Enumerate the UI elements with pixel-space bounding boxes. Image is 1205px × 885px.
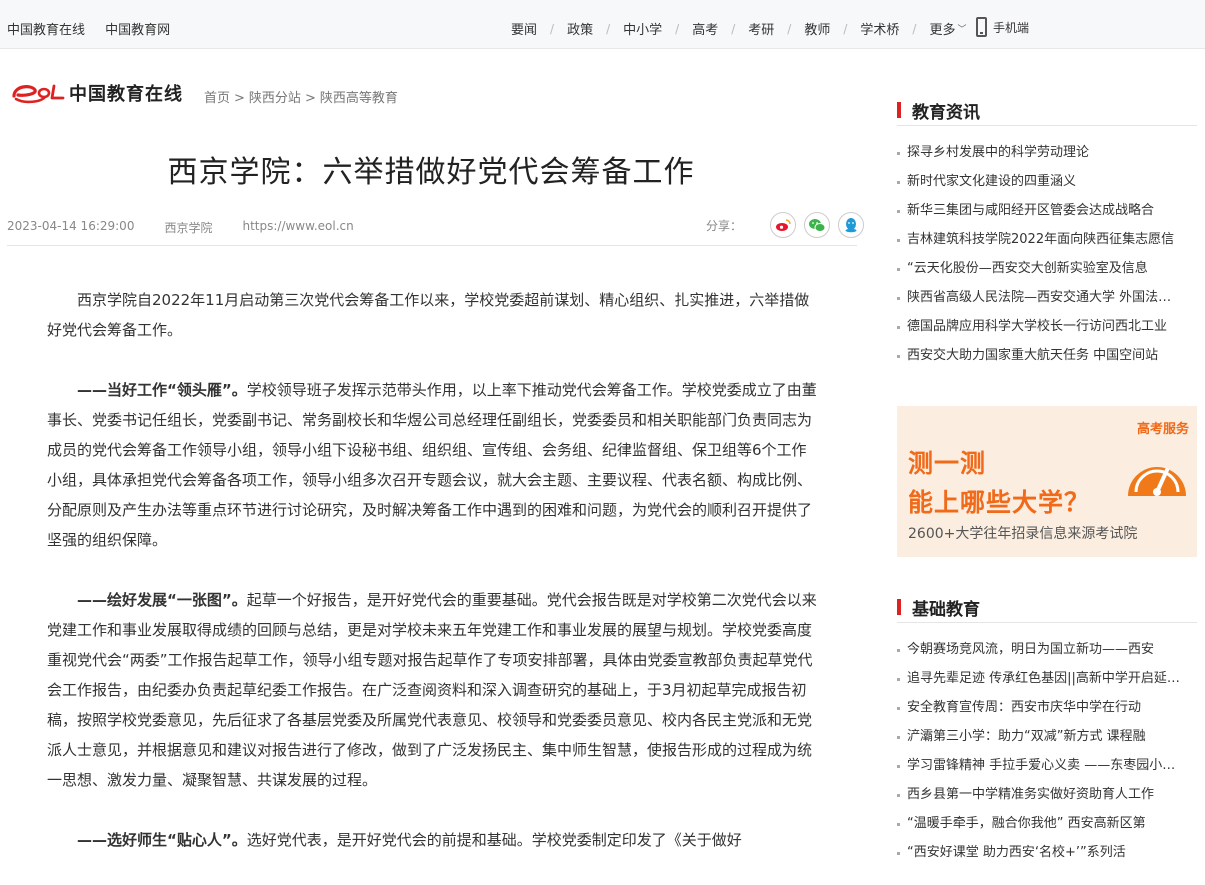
nav-item-academic[interactable]: 学术桥 xyxy=(860,19,899,38)
news-section-title: 教育资讯 xyxy=(912,103,980,123)
nav-more-dropdown[interactable]: 更多 ﹀ xyxy=(929,19,966,38)
meta-divider xyxy=(7,245,857,246)
site-link-edu-net[interactable]: 中国教育网 xyxy=(105,23,170,38)
ad-subtitle: 2600+大学往年招录信息来源考试院 xyxy=(908,526,1138,542)
eol-logo-icon xyxy=(12,84,65,104)
article-paragraph: ——绘好发展“一张图”。起草一个好报告，是开好党代会的重要基础。党代会报告既是对… xyxy=(47,585,818,795)
nav-item-news[interactable]: 要闻 xyxy=(511,19,537,38)
chevron-down-icon: ﹀ xyxy=(957,25,967,35)
phone-icon xyxy=(976,17,987,37)
paragraph-lead: ——选好师生“贴心人”。 xyxy=(77,831,247,849)
news-list-item[interactable]: 吉林建筑科技学院2022年面向陕西征集志愿信 xyxy=(897,225,1197,254)
ad-headline-1: 测一测 xyxy=(908,449,987,478)
nav-item-k12[interactable]: 中小学 xyxy=(623,19,662,38)
paragraph-text: 选好党代表，是开好党代会的前提和基础。学校党委制定印发了《关于做好 xyxy=(246,831,742,849)
mobile-label: 手机端 xyxy=(993,20,1030,35)
share-label: 分享： xyxy=(706,218,743,233)
nav-item-policy[interactable]: 政策 xyxy=(567,19,593,38)
basic-edu-list-item[interactable]: “温暖手牵手，融合你我他” 西安高新区第 xyxy=(897,809,1197,838)
basic-edu-list-item[interactable]: “西安好课堂 助力西安‘名校+’”系列活 xyxy=(897,838,1197,867)
news-list-item[interactable]: 探寻乡村发展中的科学劳动理论 xyxy=(897,138,1197,167)
basic-edu-section-header: 基础教育 xyxy=(897,595,1197,623)
news-list-item[interactable]: 西安交大助力国家重大航天任务 中国空间站 xyxy=(897,341,1197,370)
paragraph-text: 学校领导班子发挥示范带头作用，以上率下推动党代会筹备工作。学校党委成立了由董事长… xyxy=(47,381,817,549)
paragraph-lead: ——当好工作“领头雁”。 xyxy=(77,381,247,399)
article-source: 西京学院 xyxy=(164,221,213,235)
section-marker xyxy=(897,599,901,615)
nav-separator: / xyxy=(787,21,792,36)
news-list: 探寻乡村发展中的科学劳动理论 新时代家文化建设的四重涵义 新华三集团与咸阳经开区… xyxy=(897,138,1197,370)
article-body: 西京学院自2022年11月启动第三次党代会筹备工作以来，学校党委超前谋划、精心组… xyxy=(47,285,818,885)
top-bar: 中国教育在线 中国教育网 要闻 / 政策 / 中小学 / 高考 / 考研 / 教… xyxy=(0,0,1205,49)
gauge-icon xyxy=(1128,467,1186,496)
breadcrumb-separator: > xyxy=(234,91,245,106)
share-bar: 分享： xyxy=(706,212,865,238)
article-title: 西京学院：六举措做好党代会筹备工作 xyxy=(167,155,695,190)
section-marker xyxy=(897,102,901,118)
qq-share-icon[interactable] xyxy=(838,212,865,238)
article-url[interactable]: https://www.eol.cn xyxy=(242,219,353,236)
article-paragraph: 西京学院自2022年11月启动第三次党代会筹备工作以来，学校党委超前谋划、精心组… xyxy=(47,285,818,345)
nav-item-gaokao[interactable]: 高考 xyxy=(692,19,718,38)
news-list-item[interactable]: 陕西省高级人民法院—西安交通大学 外国法… xyxy=(897,283,1197,312)
mobile-link[interactable]: 手机端 xyxy=(976,17,1029,37)
site-logo[interactable]: 中国教育在线 xyxy=(11,80,183,106)
basic-edu-list-item[interactable]: 西乡县第一中学精准务实做好资助育人工作 xyxy=(897,780,1197,809)
news-list-item[interactable]: 德国品牌应用科学大学校长一行访问西北工业 xyxy=(897,312,1197,341)
nav-separator: / xyxy=(731,21,736,36)
article-meta: 2023-04-14 16:29:00 西京学院 https://www.eol… xyxy=(7,219,384,236)
logo-text: 中国教育在线 xyxy=(69,84,183,105)
site-links: 中国教育在线 中国教育网 xyxy=(7,19,186,38)
basic-edu-list-item[interactable]: 安全教育宣传周：西安市庆华中学在行动 xyxy=(897,693,1197,722)
nav-separator: / xyxy=(912,21,917,36)
article-paragraph: ——选好师生“贴心人”。选好党代表，是开好党代会的前提和基础。学校党委制定印发了… xyxy=(47,825,818,855)
ad-tag: 高考服务 xyxy=(1136,422,1189,437)
ad-headline-2: 能上哪些大学？ xyxy=(908,488,1091,517)
nav-separator: / xyxy=(606,21,611,36)
wechat-share-icon[interactable] xyxy=(804,212,831,238)
news-section-header: 教育资讯 xyxy=(897,98,1197,126)
breadcrumb-higher-edu[interactable]: 陕西高等教育 xyxy=(320,91,398,106)
basic-edu-list-item[interactable]: 浐灞第三小学：助力“双减”新方式 课程融 xyxy=(897,722,1197,751)
weibo-share-icon[interactable] xyxy=(770,212,797,238)
paragraph-lead: ——绘好发展“一张图”。 xyxy=(77,591,247,609)
nav-more-label: 更多 xyxy=(929,23,956,38)
article-paragraph: ——当好工作“领头雁”。学校领导班子发挥示范带头作用，以上率下推动党代会筹备工作… xyxy=(47,375,818,555)
paragraph-text: 起草一个好报告，是开好党代会的重要基础。党代会报告既是对学校第二次党代会以来党建… xyxy=(47,591,817,789)
basic-edu-section-title: 基础教育 xyxy=(912,600,980,620)
basic-edu-list: 今朝赛场竞风流，明日为国立新功——西安 追寻先辈足迹 传承红色基因||高新中学开… xyxy=(897,635,1197,867)
nav-item-kaoyan[interactable]: 考研 xyxy=(748,19,774,38)
basic-edu-list-item[interactable]: 今朝赛场竞风流，明日为国立新功——西安 xyxy=(897,635,1197,664)
nav-separator: / xyxy=(550,21,555,36)
breadcrumb: 首页 > 陕西分站 > 陕西高等教育 xyxy=(204,87,398,106)
gaokao-service-banner[interactable]: 高考服务 测一测 能上哪些大学？ 2600+大学往年招录信息来源考试院 xyxy=(897,406,1197,557)
news-list-item[interactable]: 新时代家文化建设的四重涵义 xyxy=(897,167,1197,196)
news-list-item[interactable]: “云天化股份—西安交大创新实验室及信息 xyxy=(897,254,1197,283)
nav-separator: / xyxy=(675,21,680,36)
news-list-item[interactable]: 新华三集团与咸阳经开区管委会达成战略合 xyxy=(897,196,1197,225)
breadcrumb-shaanxi[interactable]: 陕西分站 xyxy=(249,91,301,106)
nav-separator: / xyxy=(843,21,848,36)
main-nav: 要闻 / 政策 / 中小学 / 高考 / 考研 / 教师 / 学术桥 / 更多 … xyxy=(511,19,966,39)
nav-item-teacher[interactable]: 教师 xyxy=(804,19,830,38)
breadcrumb-home[interactable]: 首页 xyxy=(204,91,230,106)
article-date: 2023-04-14 16:29:00 xyxy=(7,219,135,233)
basic-edu-list-item[interactable]: 追寻先辈足迹 传承红色基因||高新中学开启延… xyxy=(897,664,1197,693)
breadcrumb-separator: > xyxy=(304,91,316,106)
site-link-eol[interactable]: 中国教育在线 xyxy=(7,23,85,38)
basic-edu-list-item[interactable]: 学习雷锋精神 手拉手爱心义卖 ——东枣园小… xyxy=(897,751,1197,780)
paragraph-text: 西京学院自2022年11月启动第三次党代会筹备工作以来，学校党委超前谋划、精心组… xyxy=(47,291,810,339)
